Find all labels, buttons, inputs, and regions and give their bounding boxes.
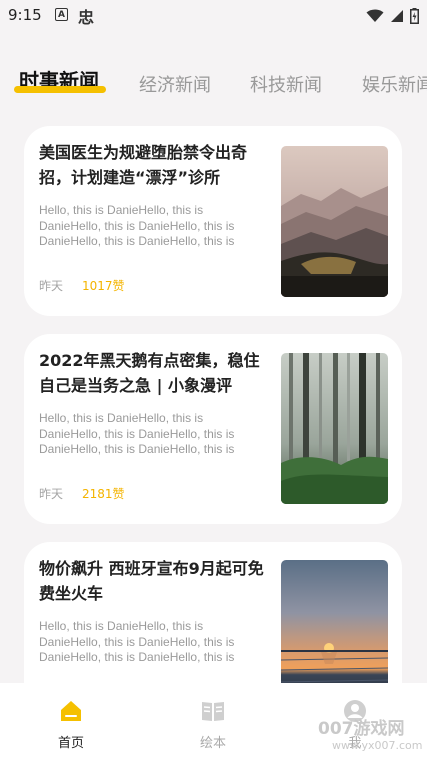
nav-picture-book[interactable]: 绘本 — [173, 683, 253, 760]
misty-forest-image — [281, 353, 388, 504]
notification-app-icon: 忠 — [78, 8, 95, 27]
article-title: 物价飙升 西班牙宣布9月起可免费坐火车 — [39, 559, 264, 603]
active-tab-indicator — [14, 86, 106, 93]
status-time: 9:15 — [8, 6, 42, 24]
nav-home[interactable]: 首页 — [31, 683, 111, 760]
tab-entertainment[interactable]: 娱乐新闻 — [362, 71, 427, 97]
signal-icon — [391, 10, 403, 22]
article-thumbnail — [281, 146, 388, 297]
wifi-icon — [366, 9, 384, 22]
article-summary: Hello, this is DanieHello, this is Danie… — [39, 203, 235, 248]
watermark-url: www.yx007.com — [332, 739, 423, 752]
nav-home-label: 首页 — [57, 736, 84, 751]
article-card[interactable]: 2022年黑天鹅有点密集，稳住自己是当务之急 | 小象漫评 Hello, thi… — [24, 334, 402, 524]
article-title: 美国医生为规避堕胎禁令出奇招，计划建造“漂浮”诊所 — [39, 143, 248, 187]
status-icons — [366, 6, 419, 26]
home-icon — [61, 701, 81, 721]
tab-economy[interactable]: 经济新闻 — [139, 71, 211, 97]
article-date: 昨天 — [39, 487, 64, 501]
battery-icon — [410, 8, 419, 24]
article-likes: 2181赞 — [82, 487, 125, 501]
article-thumbnail — [281, 353, 388, 504]
article-summary: Hello, this is DanieHello, this is Danie… — [39, 619, 235, 664]
article-title: 2022年黑天鹅有点密集，稳住自己是当务之急 | 小象漫评 — [39, 351, 260, 395]
nav-picture-book-label: 绘本 — [199, 736, 226, 751]
misty-mountain-image — [281, 146, 388, 297]
status-bar: 9:15 A 忠 — [0, 0, 427, 32]
article-card[interactable]: 美国医生为规避堕胎禁令出奇招，计划建造“漂浮”诊所 Hello, this is… — [24, 126, 402, 316]
notification-a-icon: A — [55, 8, 68, 21]
book-icon — [202, 702, 224, 721]
article-summary: Hello, this is DanieHello, this is Danie… — [39, 411, 235, 456]
article-date: 昨天 — [39, 279, 64, 293]
tab-technology[interactable]: 科技新闻 — [250, 71, 322, 97]
article-likes: 1017赞 — [82, 279, 125, 293]
watermark-logo: 007游戏网 — [318, 719, 405, 739]
